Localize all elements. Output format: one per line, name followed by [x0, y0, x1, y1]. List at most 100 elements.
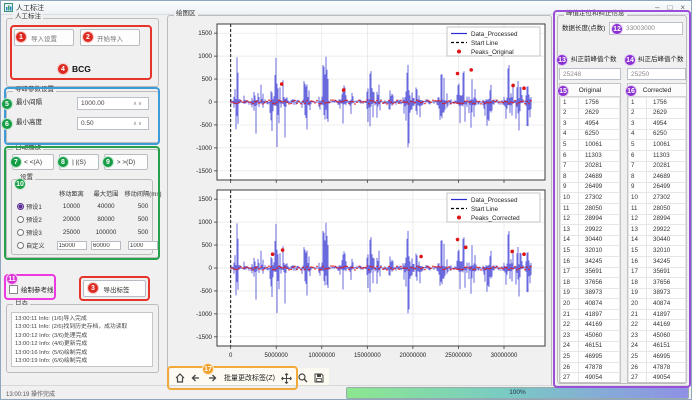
- table-row[interactable]: 1735691: [561, 267, 620, 278]
- table-row[interactable]: 1938973: [561, 288, 620, 299]
- table-row[interactable]: 720281: [561, 161, 620, 172]
- table-row[interactable]: 1532010: [561, 246, 620, 257]
- table-row[interactable]: 720281: [629, 161, 686, 172]
- min-interval-spinner[interactable]: ∧∨: [133, 101, 143, 107]
- table-row[interactable]: 2647878: [629, 362, 686, 373]
- preset3-radio[interactable]: [17, 229, 24, 236]
- table-row[interactable]: 1027302: [561, 193, 620, 204]
- table-row[interactable]: 2244169: [561, 320, 620, 331]
- table-row[interactable]: 926499: [561, 182, 620, 193]
- table-row[interactable]: 2345060: [629, 331, 686, 342]
- original-table[interactable]: Original 1175622629349544625051006161130…: [559, 83, 621, 383]
- svg-text:0: 0: [229, 353, 233, 359]
- table-row[interactable]: 2345060: [561, 331, 620, 342]
- table-row[interactable]: 1430440: [561, 235, 620, 246]
- back-arrow-icon[interactable]: [190, 372, 202, 384]
- table-row[interactable]: 510061: [629, 140, 686, 151]
- table-row[interactable]: 2244169: [629, 320, 686, 331]
- batch-change-labels-button[interactable]: 批量更改标签(Z): [222, 373, 277, 383]
- minimize-button[interactable]: –: [655, 4, 659, 12]
- table-row[interactable]: 1128050: [629, 203, 686, 214]
- table-row[interactable]: 1128050: [561, 203, 620, 214]
- log-group-title: 日志: [13, 300, 30, 307]
- svg-text:Peaks_Corrected: Peaks_Corrected: [471, 215, 520, 222]
- table-row[interactable]: 1634245: [561, 256, 620, 267]
- custom-range-input[interactable]: [91, 241, 121, 250]
- table-row[interactable]: 1430440: [629, 235, 686, 246]
- table-row[interactable]: 2749054: [561, 373, 620, 383]
- ref-line-checkbox[interactable]: [9, 285, 18, 294]
- svg-text:1000: 1000: [198, 53, 212, 60]
- table-row[interactable]: 46250: [629, 129, 686, 140]
- svg-text:-1500: -1500: [196, 334, 212, 341]
- table-row[interactable]: 2141897: [629, 309, 686, 320]
- table-row[interactable]: 11756: [629, 98, 686, 109]
- chart-top[interactable]: -1500-1000-500050010001500Data_Processed…: [184, 19, 549, 183]
- badge-6: 6: [1, 118, 13, 130]
- table-row[interactable]: 1837656: [561, 278, 620, 289]
- table-row[interactable]: 2647878: [561, 362, 620, 373]
- maximize-button[interactable]: □: [667, 4, 672, 12]
- custom-distance-input[interactable]: [57, 241, 87, 250]
- table-row[interactable]: 2040874: [561, 299, 620, 310]
- svg-text:500: 500: [202, 242, 213, 249]
- table-row[interactable]: 11756: [561, 98, 620, 109]
- svg-text:25000000: 25000000: [445, 353, 472, 359]
- table-row[interactable]: 1938973: [629, 288, 686, 299]
- table-row[interactable]: 34954: [561, 119, 620, 130]
- table-row[interactable]: 1027302: [629, 193, 686, 204]
- home-icon[interactable]: [174, 372, 186, 384]
- table-row[interactable]: 824689: [561, 172, 620, 183]
- table-row[interactable]: 1228994: [561, 214, 620, 225]
- preset2-radio[interactable]: [17, 216, 24, 223]
- svg-text:15000000: 15000000: [354, 353, 381, 359]
- table-row[interactable]: 2446151: [629, 341, 686, 352]
- min-height-spinner[interactable]: ∧∨: [133, 121, 143, 127]
- table-row[interactable]: 2749054: [629, 373, 686, 383]
- badge-4: 4: [57, 63, 69, 75]
- badge-10: 10: [14, 178, 26, 190]
- table-row[interactable]: 611303: [561, 150, 620, 161]
- close-button[interactable]: ×: [680, 4, 685, 12]
- table-row[interactable]: 510061: [561, 140, 620, 151]
- table-row[interactable]: 1532010: [629, 246, 686, 257]
- table-row[interactable]: 2141897: [561, 309, 620, 320]
- status-text: 13:00:19 操作完成: [6, 389, 55, 398]
- table-row[interactable]: 34954: [629, 119, 686, 130]
- badge-1: 1: [15, 31, 27, 43]
- table-row[interactable]: 2040874: [629, 299, 686, 310]
- table-row[interactable]: 2546995: [561, 352, 620, 363]
- preset1-radio[interactable]: [17, 203, 24, 210]
- svg-text:10000000: 10000000: [308, 353, 335, 359]
- table-row[interactable]: 1329922: [629, 225, 686, 236]
- table-row[interactable]: 611303: [629, 150, 686, 161]
- table-row[interactable]: 1228994: [629, 214, 686, 225]
- log-entry: 13:00:11 Info: (2/6)找到历史存档，成功读取: [15, 323, 149, 331]
- svg-text:-500: -500: [200, 122, 213, 129]
- table-row[interactable]: 2446151: [561, 341, 620, 352]
- svg-text:1500: 1500: [198, 30, 212, 37]
- preset2-label: 预设2: [26, 215, 42, 224]
- ref-line-checkbox-row[interactable]: 绘制参考线: [9, 284, 54, 294]
- svg-text:20000000: 20000000: [400, 353, 427, 359]
- table-row[interactable]: 1329922: [561, 225, 620, 236]
- table-row[interactable]: 1837656: [629, 278, 686, 289]
- chart-bottom[interactable]: -1500-1000-50005001000150005000000100000…: [184, 185, 549, 363]
- svg-text:Peaks_Original: Peaks_Original: [471, 49, 514, 56]
- corrected-table[interactable]: Corrected 117562262934954462505100616113…: [627, 83, 687, 383]
- custom-radio[interactable]: [17, 242, 24, 249]
- save-icon[interactable]: [313, 372, 325, 384]
- log-list[interactable]: 13:00:11 Info: (1/6)导入完成13:00:11 Info: (…: [11, 312, 153, 367]
- table-row[interactable]: 824689: [629, 172, 686, 183]
- table-row[interactable]: 1735691: [629, 267, 686, 278]
- table-row[interactable]: 2546995: [629, 352, 686, 363]
- zoom-icon[interactable]: [297, 372, 309, 384]
- table-row[interactable]: 1634245: [629, 256, 686, 267]
- pan-icon[interactable]: [281, 372, 293, 384]
- table-row[interactable]: 46250: [561, 129, 620, 140]
- custom-interval-input[interactable]: [128, 241, 158, 250]
- table-row[interactable]: 926499: [629, 182, 686, 193]
- annotate-group-title: 人工标注: [13, 14, 43, 21]
- table-row[interactable]: 22629: [561, 108, 620, 119]
- table-row[interactable]: 22629: [629, 108, 686, 119]
